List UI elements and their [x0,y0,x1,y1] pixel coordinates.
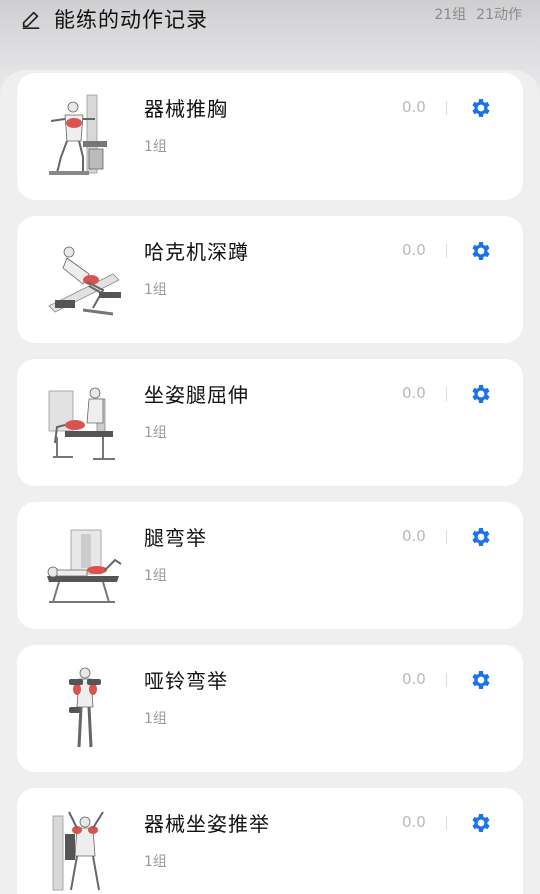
gear-icon[interactable] [468,239,492,263]
exercise-card[interactable]: 哈克机深蹲 1组 0.0 [17,216,523,343]
divider [446,673,447,687]
divider [446,387,447,401]
divider [446,816,447,830]
exercise-name: 哈克机深蹲 [144,240,249,264]
hack-squat-illustration [48,246,121,316]
exercise-sets: 1组 [144,425,167,441]
shoulder-press-illustration [52,811,104,891]
leg-extension-illustration [48,387,115,460]
exercise-card[interactable]: 器械推胸 1组 0.0 [17,73,523,200]
gear-icon[interactable] [468,811,492,835]
exercise-sets: 1组 [144,568,167,584]
exercise-sets: 1组 [144,139,167,155]
exercise-value: 0.0 [402,384,426,402]
gear-icon[interactable] [468,668,492,692]
summary-stats: 21组 21动作 [434,5,522,25]
divider [446,101,447,115]
exercise-name: 腿弯举 [144,526,207,550]
exercise-card[interactable]: 哑铃弯举 1组 0.0 [17,645,523,772]
dumbbell-curl-illustration [69,667,101,748]
exercise-card[interactable]: 器械坐姿推举 1组 0.0 [17,788,523,894]
exercise-card[interactable]: 坐姿腿屈伸 1组 0.0 [17,359,523,486]
divider [446,244,447,258]
page-title: 能练的动作记录 [54,8,208,32]
gear-icon[interactable] [468,525,492,549]
sets-count: 21组 [434,7,467,23]
exercise-sets: 1组 [144,854,167,870]
exercise-name: 哑铃弯举 [144,669,228,693]
exercise-sets: 1组 [144,282,167,298]
exercise-sets: 1组 [144,711,167,727]
exercise-name: 器械推胸 [144,97,228,121]
exercise-value: 0.0 [402,813,426,831]
leg-curl-illustration [47,529,122,603]
exercise-value: 0.0 [402,241,426,259]
exercise-value: 0.0 [402,527,426,545]
pencil-icon[interactable] [20,8,42,30]
exercise-name: 坐姿腿屈伸 [144,383,249,407]
exercise-list: 器械推胸 1组 0.0 哈克机深蹲 1组 0.0 坐姿腿屈伸 1组 0.0 腿弯… [0,70,540,894]
gear-icon[interactable] [468,96,492,120]
divider [446,530,447,544]
exercise-value: 0.0 [402,98,426,116]
actions-count: 21动作 [476,7,522,23]
chest-press-illustration [49,94,107,175]
exercise-card[interactable]: 腿弯举 1组 0.0 [17,502,523,629]
gear-icon[interactable] [468,382,492,406]
exercise-value: 0.0 [402,670,426,688]
exercise-name: 器械坐姿推举 [144,812,270,836]
header: 能练的动作记录 21组 21动作 [0,0,540,70]
